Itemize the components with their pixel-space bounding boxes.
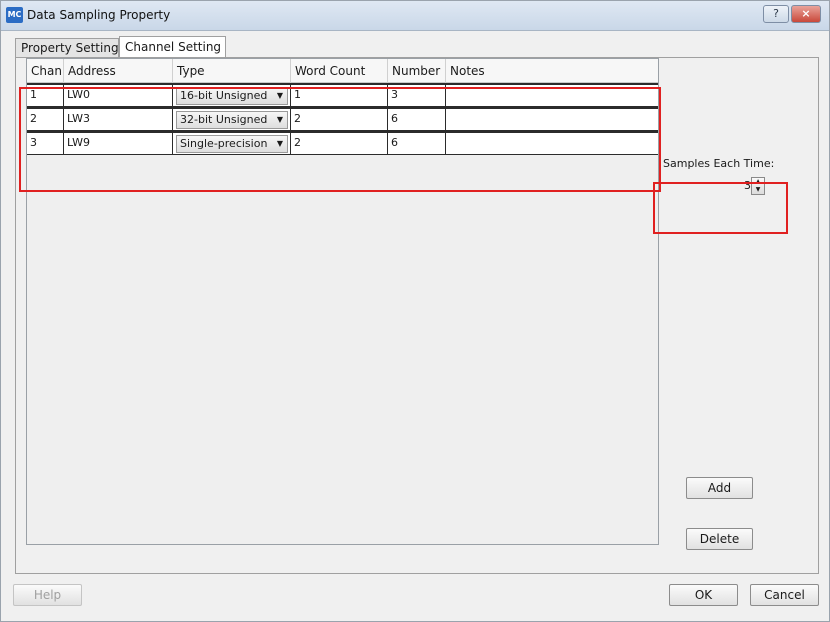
tab-channel-setting[interactable]: Channel Setting [119, 36, 226, 58]
help-button[interactable]: Help [13, 584, 82, 606]
tab-property-setting[interactable]: Property Setting [15, 38, 119, 58]
col-header-notes: Notes [450, 64, 485, 78]
col-header-address: Address [64, 59, 173, 83]
close-button[interactable]: × [791, 5, 821, 23]
col-header-number: Number [388, 59, 446, 83]
col-header-type: Type [173, 59, 291, 83]
help-title-button[interactable]: ? [763, 5, 789, 23]
samples-each-time-label: Samples Each Time: [663, 157, 775, 170]
table-highlight-box [19, 87, 661, 192]
ok-button[interactable]: OK [669, 584, 738, 606]
title-bar: MC Data Sampling Property ? × [1, 1, 829, 31]
data-sampling-property-dialog: MC Data Sampling Property ? × Property S… [0, 0, 830, 622]
table-header: Chan Address Type Word Count Number Note… [27, 59, 658, 83]
col-header-word-count: Word Count [291, 59, 388, 83]
col-header-chan: Chan [27, 59, 64, 83]
app-icon: MC [6, 7, 23, 23]
add-button[interactable]: Add [686, 477, 753, 499]
samples-highlight-box [653, 182, 788, 234]
window-title: Data Sampling Property [27, 8, 171, 22]
cancel-button[interactable]: Cancel [750, 584, 819, 606]
delete-button[interactable]: Delete [686, 528, 753, 550]
